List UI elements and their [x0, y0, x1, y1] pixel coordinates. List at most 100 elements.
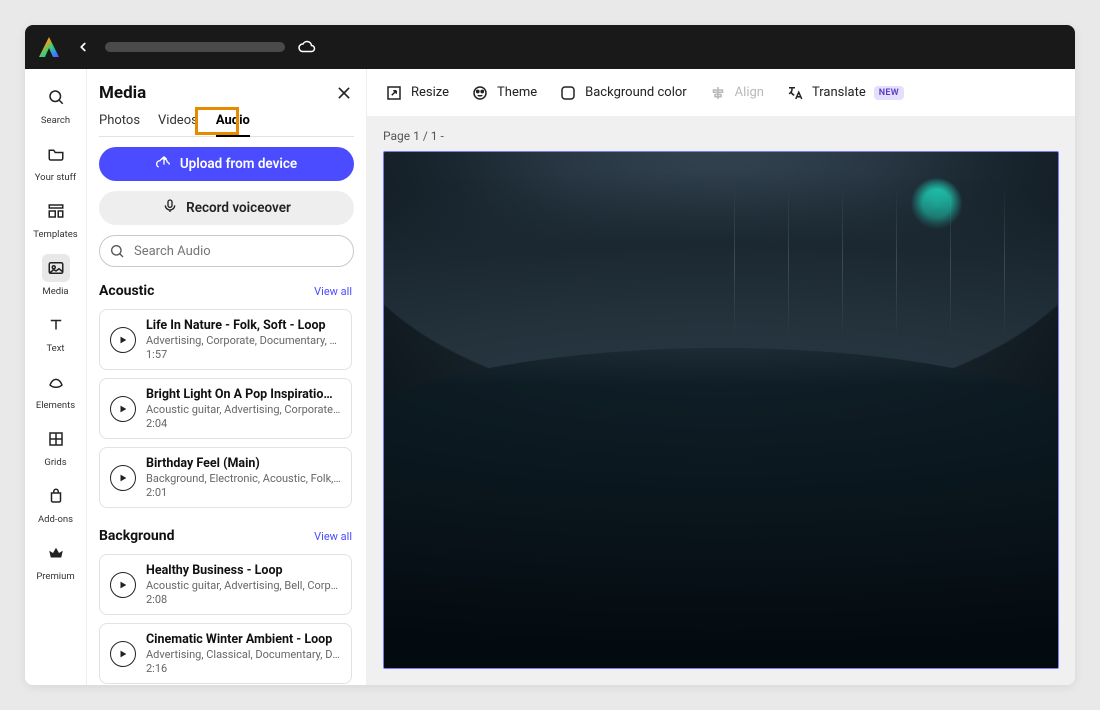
rail-label: Add-ons — [38, 514, 73, 525]
audio-track[interactable]: Birthday Feel (Main) Background, Electro… — [99, 447, 352, 508]
templates-icon — [42, 197, 70, 225]
theme-label: Theme — [497, 85, 537, 100]
play-button[interactable] — [110, 396, 136, 422]
tab-audio[interactable]: Audio — [216, 113, 250, 136]
rail-label: Search — [41, 115, 70, 126]
new-badge: NEW — [874, 86, 904, 100]
track-title: Life In Nature - Folk, Soft - Loop — [146, 318, 341, 333]
search-icon — [42, 83, 70, 111]
microphone-icon — [162, 198, 178, 218]
theme-icon — [471, 84, 489, 102]
doc-title-placeholder[interactable] — [105, 42, 285, 52]
track-duration: 1:57 — [146, 348, 341, 361]
app-frame: Search Your stuff Templates Media Text E… — [25, 25, 1075, 685]
rail-media[interactable]: Media — [29, 248, 83, 303]
grids-icon — [42, 425, 70, 453]
upload-label: Upload from device — [180, 156, 297, 172]
play-button[interactable] — [110, 641, 136, 667]
media-icon — [42, 254, 70, 282]
premium-icon — [42, 539, 70, 567]
track-title: Healthy Business - Loop — [146, 563, 341, 578]
search-audio-input[interactable] — [99, 235, 354, 267]
track-title: Cinematic Winter Ambient - Loop — [146, 632, 341, 647]
rail-label: Grids — [44, 457, 66, 468]
record-label: Record voiceover — [186, 200, 291, 216]
panel-title: Media — [99, 83, 146, 103]
left-rail: Search Your stuff Templates Media Text E… — [25, 69, 87, 685]
track-duration: 2:04 — [146, 417, 341, 430]
audio-track[interactable]: Life In Nature - Folk, Soft - Loop Adver… — [99, 309, 352, 370]
bgcolor-icon — [559, 84, 577, 102]
rail-text[interactable]: Text — [29, 305, 83, 360]
rail-your-stuff[interactable]: Your stuff — [29, 134, 83, 189]
section-title: Background — [99, 528, 174, 544]
track-duration: 2:01 — [146, 486, 341, 499]
align-icon — [709, 84, 727, 102]
rail-premium[interactable]: Premium — [29, 533, 83, 588]
track-tags: Acoustic guitar, Advertising, Corporate,… — [146, 403, 341, 416]
folder-icon — [42, 140, 70, 168]
canvas-area: Resize Theme Background color Align Tran… — [367, 69, 1075, 685]
cloud-sync-icon[interactable] — [297, 37, 317, 57]
background-color-button[interactable]: Background color — [559, 84, 687, 102]
track-tags: Advertising, Corporate, Documentary, D… — [146, 334, 341, 347]
text-icon — [42, 311, 70, 339]
track-duration: 2:08 — [146, 593, 341, 606]
track-title: Birthday Feel (Main) — [146, 456, 341, 471]
app-body: Search Your stuff Templates Media Text E… — [25, 69, 1075, 685]
theme-button[interactable]: Theme — [471, 84, 537, 102]
back-button[interactable] — [73, 37, 93, 57]
view-all-link[interactable]: View all — [314, 530, 352, 543]
titlebar — [25, 25, 1075, 69]
tab-videos[interactable]: Videos — [158, 113, 198, 136]
page-indicator: Page 1 / 1 - — [383, 129, 1059, 143]
canvas-toolbar: Resize Theme Background color Align Tran… — [367, 69, 1075, 117]
rail-label: Premium — [36, 571, 74, 582]
rail-search[interactable]: Search — [29, 77, 83, 132]
app-logo — [37, 35, 61, 59]
rail-elements[interactable]: Elements — [29, 362, 83, 417]
play-button[interactable] — [110, 465, 136, 491]
view-all-link[interactable]: View all — [314, 285, 352, 298]
rail-label: Elements — [36, 400, 75, 411]
addons-icon — [42, 482, 70, 510]
upload-from-device-button[interactable]: Upload from device — [99, 147, 354, 181]
media-panel: Media Photos Videos Audio Upload from de… — [87, 69, 367, 685]
audio-track[interactable]: Bright Light On A Pop Inspiratio… Acoust… — [99, 378, 352, 439]
rail-label: Text — [46, 343, 64, 354]
search-audio-field — [99, 235, 354, 267]
translate-button[interactable]: Translate NEW — [786, 84, 904, 102]
record-voiceover-button[interactable]: Record voiceover — [99, 191, 354, 225]
close-panel-button[interactable] — [334, 83, 354, 103]
audio-track[interactable]: Healthy Business - Loop Acoustic guitar,… — [99, 554, 352, 615]
track-tags: Advertising, Classical, Documentary, Dr… — [146, 648, 341, 661]
tab-photos[interactable]: Photos — [99, 113, 140, 136]
translate-icon — [786, 84, 804, 102]
resize-button[interactable]: Resize — [385, 84, 449, 102]
align-label: Align — [735, 85, 764, 100]
rail-label: Your stuff — [35, 172, 77, 183]
upload-icon — [156, 154, 172, 174]
resize-icon — [385, 84, 403, 102]
track-duration: 2:16 — [146, 662, 341, 675]
track-title: Bright Light On A Pop Inspiratio… — [146, 387, 341, 402]
play-button[interactable] — [110, 572, 136, 598]
bgcolor-label: Background color — [585, 85, 687, 100]
track-tags: Acoustic guitar, Advertising, Bell, Corp… — [146, 579, 341, 592]
align-button: Align — [709, 84, 764, 102]
rail-grids[interactable]: Grids — [29, 419, 83, 474]
resize-label: Resize — [411, 85, 449, 100]
rail-templates[interactable]: Templates — [29, 191, 83, 246]
audio-track[interactable]: Cinematic Winter Ambient - Loop Advertis… — [99, 623, 352, 684]
play-button[interactable] — [110, 327, 136, 353]
section-title: Acoustic — [99, 283, 154, 299]
rail-addons[interactable]: Add-ons — [29, 476, 83, 531]
artwork-overlay — [384, 183, 1058, 338]
search-icon — [109, 243, 125, 259]
media-tabs: Photos Videos Audio — [99, 113, 354, 137]
artboard-canvas[interactable] — [383, 151, 1059, 669]
translate-label: Translate — [812, 85, 866, 100]
rail-label: Media — [42, 286, 68, 297]
track-tags: Background, Electronic, Acoustic, Folk, … — [146, 472, 341, 485]
stage: Page 1 / 1 - — [367, 117, 1075, 685]
